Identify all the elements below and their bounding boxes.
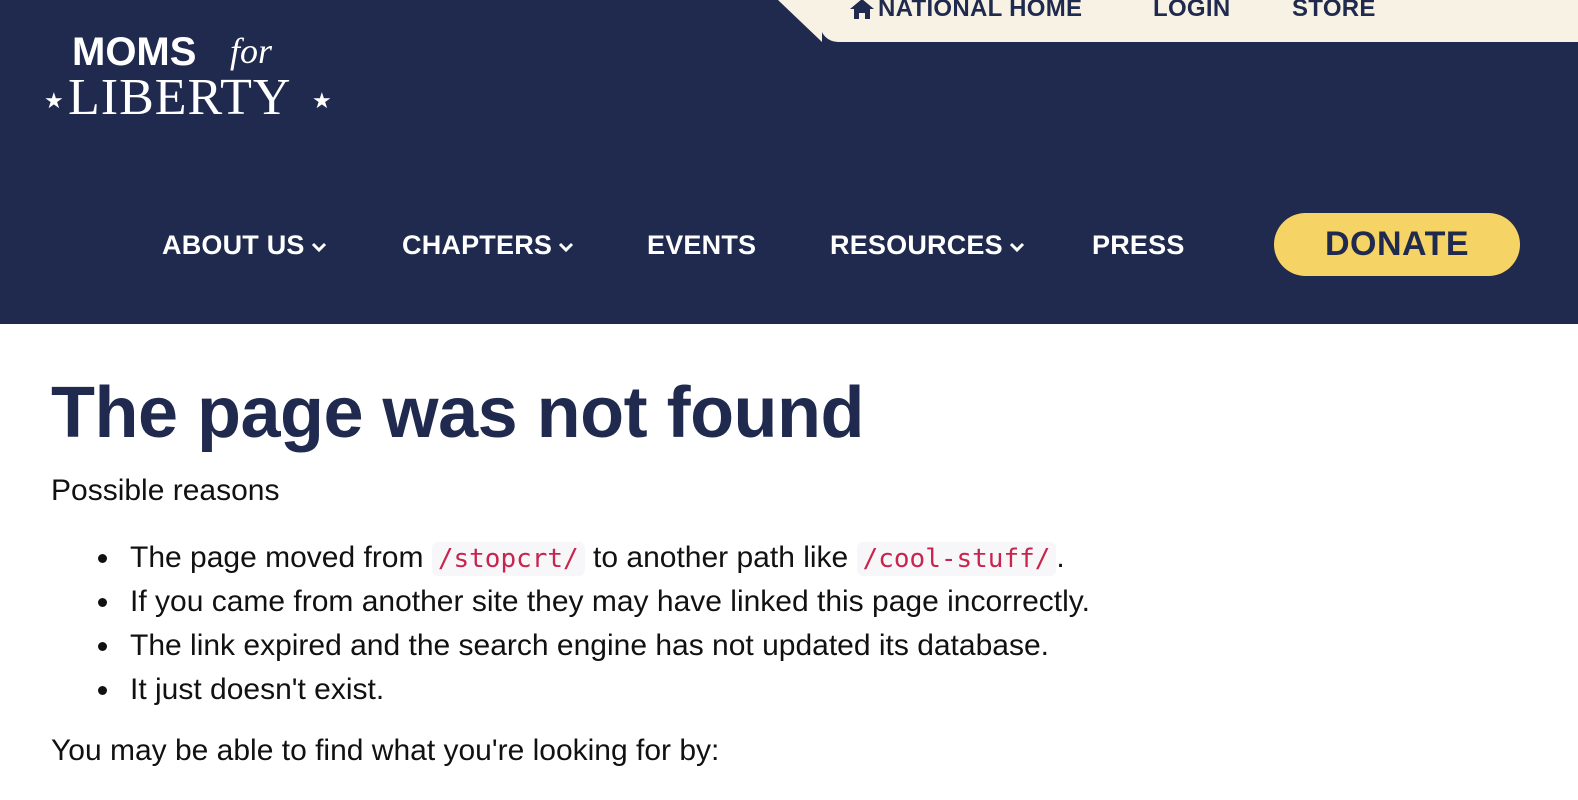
nav-about-us[interactable]: ABOUT US <box>162 230 327 261</box>
donate-button[interactable]: DONATE <box>1274 213 1520 276</box>
reason-text: The link expired and the search engine h… <box>130 629 1049 662</box>
nav-events[interactable]: EVENTS <box>647 230 756 261</box>
reason-text: . <box>1056 541 1065 574</box>
chevron-down-icon <box>311 242 326 252</box>
reason-text: The page moved from <box>130 541 432 574</box>
bullet <box>98 642 107 651</box>
reasons-list: The page moved from /stopcrt/ to another… <box>98 536 1090 712</box>
bullet <box>98 598 107 607</box>
nav-press[interactable]: PRESS <box>1092 230 1185 261</box>
nav-resources-label: RESOURCES <box>830 230 1003 260</box>
page-title: The page was not found <box>51 373 865 453</box>
nav-press-label: PRESS <box>1092 230 1185 260</box>
nav-events-label: EVENTS <box>647 230 757 260</box>
possible-reasons-heading: Possible reasons <box>51 474 280 507</box>
code-snippet: /cool-stuff/ <box>856 542 1057 576</box>
logo-for: for <box>230 31 273 71</box>
reason-text: It just doesn't exist. <box>130 673 385 706</box>
home-icon <box>850 0 874 19</box>
login-link[interactable]: LOGIN <box>1153 0 1231 24</box>
site-header: NATIONAL HOME LOGIN STORE MOMS for ★ LIB… <box>0 0 1578 324</box>
chevron-down-icon <box>1009 242 1024 252</box>
list-item: It just doesn't exist. <box>98 668 1090 712</box>
bullet <box>98 686 107 695</box>
nav-chapters[interactable]: CHAPTERS <box>402 230 574 261</box>
list-item: The page moved from /stopcrt/ to another… <box>98 536 1090 580</box>
utility-bar-slant <box>778 0 822 42</box>
reason-text: to another path like <box>584 541 857 574</box>
utility-nav: NATIONAL HOME LOGIN STORE <box>820 0 1578 42</box>
bullet <box>98 554 107 563</box>
find-text: You may be able to find what you're look… <box>51 734 720 767</box>
nav-about-us-label: ABOUT US <box>162 230 305 260</box>
logo-liberty: LIBERTY <box>68 69 292 126</box>
code-snippet: /stopcrt/ <box>431 542 585 576</box>
store-link[interactable]: STORE <box>1292 0 1376 24</box>
site-logo[interactable]: MOMS for ★ LIBERTY ★ <box>44 28 344 128</box>
star-icon: ★ <box>312 88 332 113</box>
list-item: If you came from another site they may h… <box>98 580 1090 624</box>
chevron-down-icon <box>559 242 574 252</box>
star-icon: ★ <box>44 88 64 113</box>
reason-text: If you came from another site they may h… <box>130 585 1090 618</box>
national-home-label: NATIONAL HOME <box>878 0 1083 22</box>
nav-resources[interactable]: RESOURCES <box>830 230 1025 261</box>
list-item: The link expired and the search engine h… <box>98 624 1090 668</box>
nav-chapters-label: CHAPTERS <box>402 230 553 260</box>
national-home-link[interactable]: NATIONAL HOME <box>848 0 1082 24</box>
